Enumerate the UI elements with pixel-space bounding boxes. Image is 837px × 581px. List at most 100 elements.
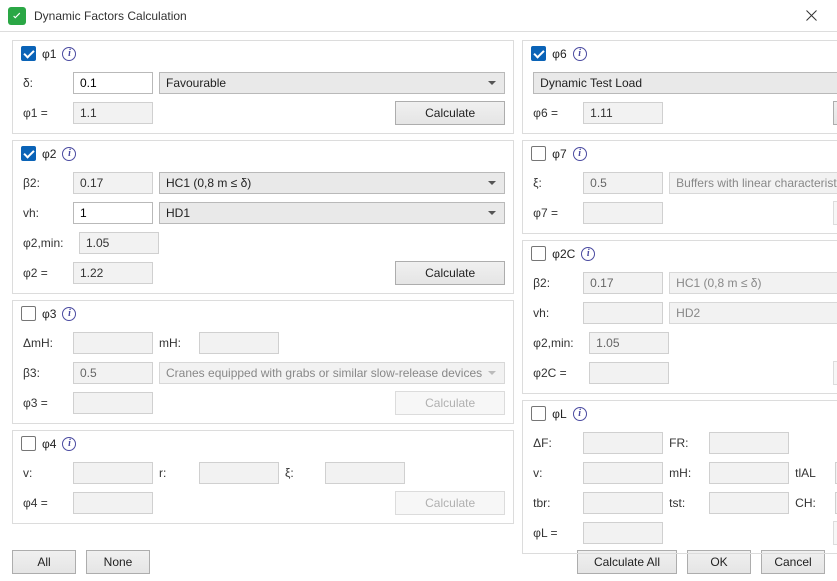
output-phi7 — [583, 202, 663, 224]
titlebar: Dynamic Factors Calculation — [0, 0, 837, 32]
none-button[interactable]: None — [86, 550, 150, 574]
label-dF: ΔF: — [533, 436, 577, 450]
all-button[interactable]: All — [12, 550, 76, 574]
label-v: v: — [23, 466, 67, 480]
label-phi7eq: φ7 = — [533, 206, 577, 220]
input-phi4-r — [199, 462, 279, 484]
info-icon[interactable]: i — [62, 307, 76, 321]
label-phi3eq: φ3 = — [23, 396, 67, 410]
group-phi2C: φ2C i β2: HC1 (0,8 m ≤ δ) vh: HD2 φ2,min… — [522, 240, 837, 394]
select-phi6-mode[interactable]: Dynamic Test Load — [533, 72, 837, 94]
label-phi7: φ7 — [552, 147, 566, 161]
group-phi1: φ1 i δ: Favourable φ1 = Calculate — [12, 40, 514, 134]
group-phi7: φ7 i ξ: Buffers with linear characterist… — [522, 140, 837, 234]
output-phi3 — [73, 392, 153, 414]
info-icon[interactable]: i — [573, 147, 587, 161]
window-title: Dynamic Factors Calculation — [34, 9, 791, 23]
checkbox-phiL[interactable] — [531, 406, 546, 421]
input-phi7-xi — [583, 172, 663, 194]
input-phi3-mH — [199, 332, 279, 354]
checkbox-phi2[interactable] — [21, 146, 36, 161]
close-icon — [806, 10, 817, 21]
label-phi2C: φ2C — [552, 247, 575, 261]
right-column: φ6 i Dynamic Test Load φ6 = Calculate φ7… — [522, 40, 837, 543]
output-phi2C — [589, 362, 669, 384]
info-icon[interactable]: i — [581, 247, 595, 261]
calculate-phi7-button: Calculate — [833, 201, 837, 225]
label-tbr: tbr: — [533, 496, 577, 510]
calculate-phi3-button: Calculate — [395, 391, 505, 415]
calculate-phi2-button[interactable]: Calculate — [395, 261, 505, 285]
label-phi3: φ3 — [42, 307, 56, 321]
calculate-phi4-button: Calculate — [395, 491, 505, 515]
output-phi1 — [73, 102, 153, 124]
label-phi1: φ1 — [42, 47, 56, 61]
label-phi2min: φ2,min: — [23, 236, 73, 250]
left-column: φ1 i δ: Favourable φ1 = Calculate φ2 i — [12, 40, 514, 543]
calculate-phi2C-button: Calculate — [833, 361, 837, 385]
select-phi7-buffer: Buffers with linear characteristics, e.g… — [669, 172, 837, 194]
group-phi4: φ4 i v: r: ξ: φ4 = Calculate — [12, 430, 514, 524]
label-r: r: — [159, 466, 193, 480]
input-phi2C-beta2 — [583, 272, 663, 294]
label-tst: tst: — [669, 496, 703, 510]
checkbox-phi4[interactable] — [21, 436, 36, 451]
label-dmH: ΔmH: — [23, 336, 67, 350]
input-phi2-min — [79, 232, 159, 254]
input-phi1-delta[interactable] — [73, 72, 153, 94]
label-phi6: φ6 — [552, 47, 566, 61]
checkbox-phi2C[interactable] — [531, 246, 546, 261]
label-beta2: β2: — [23, 176, 67, 190]
label-phiL: φL — [552, 407, 566, 421]
group-phi3: φ3 i ΔmH: mH: β3: Cranes equipped with g… — [12, 300, 514, 424]
label-mH: mH: — [159, 336, 193, 350]
select-phi2-hd[interactable]: HD1 — [159, 202, 505, 224]
input-phi2-vh[interactable] — [73, 202, 153, 224]
output-phi4 — [73, 492, 153, 514]
label-phi6eq: φ6 = — [533, 106, 577, 120]
output-phi2 — [73, 262, 153, 284]
calculate-phi6-button[interactable]: Calculate — [833, 101, 837, 125]
input-phiL-v — [583, 462, 663, 484]
select-phi1-mode[interactable]: Favourable — [159, 72, 505, 94]
input-phiL-tst — [709, 492, 789, 514]
input-phi4-xi — [325, 462, 405, 484]
check-icon — [10, 9, 24, 23]
label-mH: mH: — [669, 466, 703, 480]
input-phiL-FR — [709, 432, 789, 454]
checkbox-phi1[interactable] — [21, 46, 36, 61]
checkbox-phi3[interactable] — [21, 306, 36, 321]
close-button[interactable] — [791, 2, 831, 30]
label-phi2eq: φ2 = — [23, 266, 67, 280]
label-phi4: φ4 — [42, 437, 56, 451]
input-phi3-dmH — [73, 332, 153, 354]
group-phi6: φ6 i Dynamic Test Load φ6 = Calculate — [522, 40, 837, 134]
input-phi2C-vh — [583, 302, 663, 324]
info-icon[interactable]: i — [62, 437, 76, 451]
checkbox-phi7[interactable] — [531, 146, 546, 161]
select-phi3-crane: Cranes equipped with grabs or similar sl… — [159, 362, 505, 384]
label-beta3: β3: — [23, 366, 67, 380]
select-phi2C-hd: HD2 — [669, 302, 837, 324]
info-icon[interactable]: i — [573, 407, 587, 421]
info-icon[interactable]: i — [62, 147, 76, 161]
label-beta2: β2: — [533, 276, 577, 290]
label-vh: vh: — [533, 306, 577, 320]
input-phi2-beta2 — [73, 172, 153, 194]
input-phiL-tbr — [583, 492, 663, 514]
info-icon[interactable]: i — [62, 47, 76, 61]
group-phiL: φL i ΔF: FR: v: mH: tlAL tbr: tst: — [522, 400, 837, 554]
label-delta: δ: — [23, 76, 67, 90]
select-phi2-hc[interactable]: HC1 (0,8 m ≤ δ) — [159, 172, 505, 194]
checkbox-phi6[interactable] — [531, 46, 546, 61]
info-icon[interactable]: i — [573, 47, 587, 61]
label-phi2Ceq: φ2C = — [533, 366, 583, 380]
label-xi: ξ: — [285, 466, 319, 480]
calculate-phiL-button: Calculate — [833, 521, 837, 545]
calculate-phi1-button[interactable]: Calculate — [395, 101, 505, 125]
label-phi2min: φ2,min: — [533, 336, 583, 350]
label-CH: CH: — [795, 496, 829, 510]
input-phiL-mH — [709, 462, 789, 484]
label-tlAL: tlAL — [795, 466, 829, 480]
output-phi6 — [583, 102, 663, 124]
